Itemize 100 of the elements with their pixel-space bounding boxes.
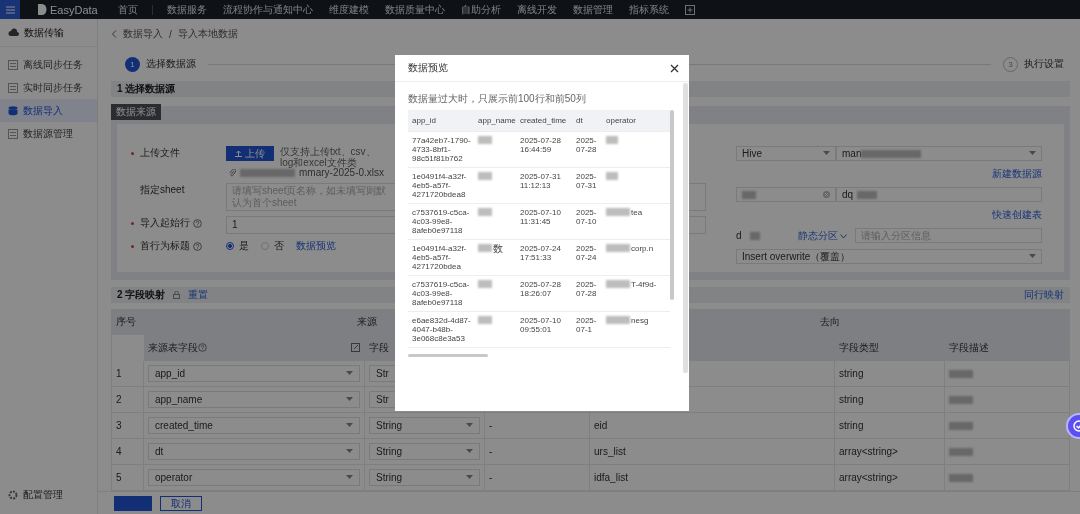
scrollbar-thumb[interactable]	[670, 110, 674, 300]
logo-icon	[38, 4, 47, 15]
cell-text: 2025-07-31 11:12:13	[520, 172, 561, 190]
cell-text: 1e0491f4-a32f-4eb5-a57f-4271720bdea8	[412, 172, 467, 199]
column-group-header: 来源	[356, 314, 377, 329]
cell-text: 2025-07-10 09:55:01	[520, 316, 561, 334]
nav-item[interactable]: 流程协作与通知中心	[222, 2, 313, 17]
table-field[interactable]: dq	[836, 187, 1042, 202]
cell-text: tea	[631, 208, 643, 217]
datasource-select[interactable]: man	[836, 146, 1042, 161]
caret-icon	[346, 371, 353, 376]
cell-text: 2025-07-31	[576, 172, 597, 190]
sidebar-item[interactable]: 数据源管理	[0, 122, 97, 145]
help-icon	[198, 343, 207, 352]
row-number: 2	[116, 394, 122, 405]
breadcrumb-separator: /	[169, 28, 172, 40]
create-table-link[interactable]: 快速创建表	[992, 208, 1042, 222]
cell-text: 77a42eb7-1790-4733-8bf1-98c51f81b762	[412, 136, 471, 163]
caret-icon	[346, 475, 353, 480]
preview-link[interactable]: 数据预览	[296, 239, 336, 253]
back-icon[interactable]	[111, 30, 117, 38]
upload-button[interactable]: 上传	[226, 146, 274, 161]
cloud-icon	[8, 28, 19, 37]
sidebar-item[interactable]: 配置管理	[23, 488, 63, 502]
same-row-mapping-link[interactable]: 同行映射	[1024, 288, 1064, 302]
step-label: 执行设置	[1024, 57, 1064, 71]
caret-icon	[346, 423, 353, 428]
partition-label: d	[736, 230, 742, 241]
cancel-button[interactable]: 取消	[160, 495, 202, 511]
close-button[interactable]	[670, 63, 679, 73]
field-select[interactable]: operator	[148, 469, 360, 486]
cell-text: array<string>	[839, 472, 898, 483]
logo-text: EasyData	[50, 3, 98, 16]
nav-item[interactable]: 离线开发	[516, 2, 557, 17]
dialog-title: 数据预览	[408, 61, 448, 75]
nav-item[interactable]: 首页	[117, 2, 138, 17]
type-select[interactable]: String	[369, 443, 480, 460]
radio-button[interactable]	[226, 242, 234, 250]
add-tab-icon[interactable]	[684, 4, 695, 15]
database-field[interactable]	[736, 187, 836, 202]
cell-text: e6ae832d-4d87-4047-b48b-3e068c8e3a53	[412, 316, 471, 343]
cell-text: c7537619-c5ca-4c03-99e8-8afeb0e97118	[412, 208, 470, 235]
chevron-down-icon	[840, 233, 848, 239]
sidebar-title: 数据传输	[24, 25, 64, 40]
nav-item[interactable]: 数据管理	[572, 2, 613, 17]
field-select[interactable]: created_time	[148, 417, 360, 434]
nav-item[interactable]: 维度建模	[328, 2, 369, 17]
list-icon	[8, 82, 18, 93]
new-datasource-link[interactable]: 新建数据源	[992, 167, 1042, 181]
list-icon	[8, 59, 18, 70]
nav-item[interactable]: 自助分析	[460, 2, 501, 17]
cell-text: c7537619-c5ca-4c03-99e8-8afeb0e97118	[412, 280, 470, 307]
write-mode-select[interactable]: Insert overwrite（覆盖）	[736, 249, 1042, 264]
field-select[interactable]: app_name	[148, 391, 360, 408]
caret-icon	[466, 423, 473, 428]
reset-link[interactable]: 重置	[188, 288, 209, 302]
breadcrumb-item[interactable]: 数据导入	[123, 27, 163, 41]
row-number: 1	[116, 368, 122, 379]
field-label: 导入起始行	[140, 216, 190, 230]
column-group-header: 去向	[819, 314, 840, 329]
radio-label[interactable]: 是	[239, 239, 249, 253]
cell-text: 1e0491f4-a32f-4eb5-a57f-4271720bdea	[412, 244, 467, 271]
paperclip-icon	[229, 168, 236, 177]
edit-icon[interactable]	[351, 343, 360, 352]
cell-text: string	[839, 394, 864, 405]
field-select[interactable]: app_id	[148, 365, 360, 382]
step-label: 选择数据源	[146, 57, 196, 71]
cell-text: array<string>	[839, 446, 898, 457]
scrollbar-thumb[interactable]	[408, 354, 488, 357]
cell-text: -	[489, 420, 493, 431]
cell-text: 2025-07-1	[576, 316, 597, 334]
column-header: 字段描述	[949, 340, 989, 355]
sidebar-item[interactable]: 数据导入	[0, 99, 97, 122]
cell-text: 2025-07-28 18:26:07	[520, 280, 561, 298]
nav-item[interactable]: 指标系统	[628, 2, 669, 17]
radio-label[interactable]: 否	[274, 239, 284, 253]
database-icon	[8, 105, 18, 116]
clear-icon[interactable]	[823, 191, 830, 198]
caret-icon	[346, 397, 353, 402]
scrollbar[interactable]	[683, 83, 688, 373]
close-icon	[670, 63, 679, 73]
cell-text: idfa_list	[594, 472, 628, 483]
cell-text: 2025-07-24 17:51:33	[520, 244, 561, 262]
type-select[interactable]: String	[369, 469, 480, 486]
sidebar-item[interactable]: 实时同步任务	[0, 76, 97, 99]
caret-icon	[1029, 151, 1036, 156]
row-number: 5	[116, 472, 122, 483]
nav-item[interactable]: 数据服务	[166, 2, 207, 17]
sidebar-item[interactable]: 离线同步任务	[0, 53, 97, 76]
type-select[interactable]: String	[369, 417, 480, 434]
field-select[interactable]: dt	[148, 443, 360, 460]
menu-button[interactable]	[0, 0, 20, 19]
partition-mode-dropdown[interactable]: 静态分区	[797, 228, 848, 243]
gear-icon	[8, 490, 18, 500]
caret-icon	[823, 151, 830, 156]
cell-text: 数	[493, 244, 503, 253]
engine-select[interactable]: Hive	[736, 146, 836, 161]
source-tag: 数据来源	[111, 104, 161, 120]
nav-item[interactable]: 数据质量中心	[384, 2, 445, 17]
primary-button[interactable]	[114, 495, 152, 511]
